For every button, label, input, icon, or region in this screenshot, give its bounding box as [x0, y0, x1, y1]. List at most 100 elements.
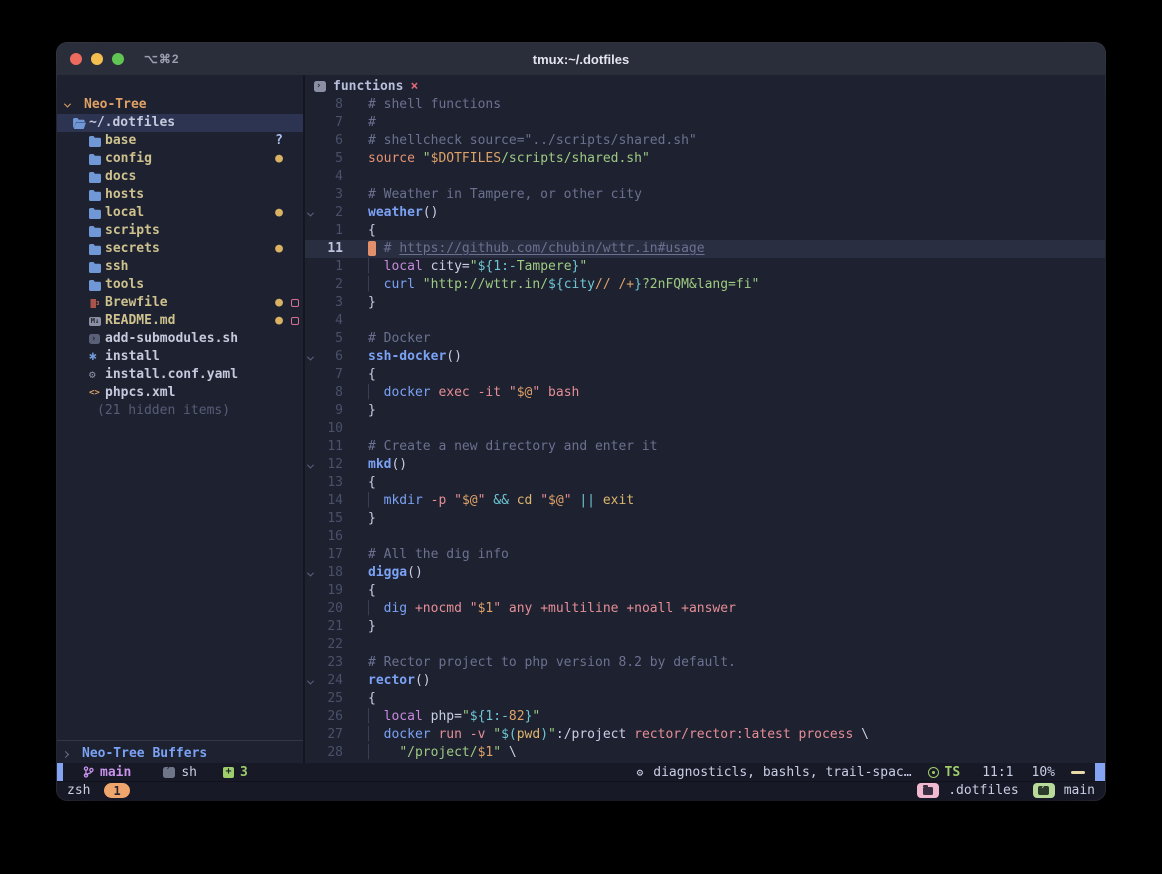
tmux-session-name: .dotfiles: [948, 783, 1018, 798]
code-line[interactable]: 18digga(): [305, 564, 1105, 582]
code-line[interactable]: 1▏ local city="${1:-Tampere}": [305, 258, 1105, 276]
code-line[interactable]: 2▏ curl "http://wttr.in/${city// /+}?2nF…: [305, 276, 1105, 294]
code-line[interactable]: 8# shell functions: [305, 96, 1105, 114]
scrollbar-thumb[interactable]: [1095, 763, 1105, 781]
code-line[interactable]: 7#: [305, 114, 1105, 132]
code-line[interactable]: 23# Rector project to php version 8.2 by…: [305, 654, 1105, 672]
code-area[interactable]: 8# shell functions7#6# shellcheck source…: [305, 96, 1105, 763]
code-line[interactable]: 21}: [305, 618, 1105, 636]
code-line[interactable]: 20▏ dig +nocmd "$1" any +multiline +noal…: [305, 600, 1105, 618]
fold-chevron-icon[interactable]: [305, 210, 315, 217]
asterisk-icon: ✱: [89, 348, 97, 366]
tree-item-readme-md[interactable]: M↓README.md●: [57, 312, 303, 330]
code-line[interactable]: 3# Weather in Tampere, or other city: [305, 186, 1105, 204]
tree-item-docs[interactable]: docs: [57, 168, 303, 186]
code-line[interactable]: 28▏ "/project/$1" \: [305, 744, 1105, 762]
tree-item--dotfiles[interactable]: ~/.dotfiles: [57, 114, 303, 132]
tree-item-base[interactable]: base?: [57, 132, 303, 150]
neo-tree-title-row[interactable]: Neo-Tree: [57, 96, 303, 114]
line-number: 2: [315, 276, 343, 294]
hidden-items-count: (21 hidden items): [57, 402, 303, 420]
code-line[interactable]: 19{: [305, 582, 1105, 600]
fold-chevron-icon[interactable]: [305, 354, 315, 361]
zoom-window-button[interactable]: [112, 53, 124, 65]
terminal-window: ⌥⌘2 tmux:~/.dotfiles Neo-Tree~/.dotfiles…: [57, 43, 1105, 800]
code-line[interactable]: 4: [305, 312, 1105, 330]
buffer-tab-functions[interactable]: functions: [333, 78, 403, 96]
winbar: functions ×: [305, 75, 1105, 96]
lsp-gear-icon: ⚙: [637, 766, 644, 779]
tree-item-tools[interactable]: tools: [57, 276, 303, 294]
gear-icon: ⚙: [89, 366, 96, 384]
fold-chevron-icon[interactable]: [305, 570, 315, 577]
tmux-window-index-badge[interactable]: 1: [104, 783, 129, 798]
tree-item-hosts[interactable]: hosts: [57, 186, 303, 204]
tree-item-local[interactable]: local●: [57, 204, 303, 222]
code-line[interactable]: 14▏ mkdir -p "$@" && cd "$@" || exit: [305, 492, 1105, 510]
line-number: 14: [315, 492, 343, 510]
code-line-text: ▏ dig +nocmd "$1" any +multiline +noall …: [343, 600, 736, 618]
code-line-text: mkd(): [343, 456, 407, 474]
code-line[interactable]: 8▏ docker exec -it "$@" bash: [305, 384, 1105, 402]
git-branch-icon: [83, 766, 94, 778]
tmux-host-badge: [1033, 783, 1055, 798]
code-line-text: ▏ "/project/$1" \: [343, 744, 517, 762]
text-cursor: [368, 241, 376, 256]
fold-chevron-icon[interactable]: [305, 462, 315, 469]
code-line-text: }: [343, 510, 376, 528]
code-line-text: ▏ docker exec -it "$@" bash: [343, 384, 579, 402]
code-line-current[interactable]: 11 # https://github.com/chubin/wttr.in#u…: [305, 240, 1105, 258]
git-staged-square-icon: [291, 245, 299, 253]
code-line-text: #: [343, 114, 376, 132]
code-line[interactable]: 5source "$DOTFILES/scripts/shared.sh": [305, 150, 1105, 168]
tree-item-label: install.conf.yaml: [105, 366, 238, 384]
close-window-button[interactable]: [70, 53, 82, 65]
code-line[interactable]: 15}: [305, 510, 1105, 528]
code-line[interactable]: 9}: [305, 402, 1105, 420]
code-line[interactable]: 26▏ local php="${1:-82}": [305, 708, 1105, 726]
code-line[interactable]: 12mkd(): [305, 456, 1105, 474]
tree-item-install[interactable]: ✱install: [57, 348, 303, 366]
close-buffer-icon[interactable]: ×: [410, 78, 418, 96]
tmux-window-name[interactable]: zsh: [67, 783, 90, 798]
code-line[interactable]: 13{: [305, 474, 1105, 492]
code-line[interactable]: 1{: [305, 222, 1105, 240]
fold-chevron-icon[interactable]: [305, 678, 315, 685]
git-branch-name: main: [100, 765, 131, 780]
code-line[interactable]: 25{: [305, 690, 1105, 708]
code-line[interactable]: 4: [305, 168, 1105, 186]
tree-item-install-conf-yaml[interactable]: ⚙ install.conf.yaml: [57, 366, 303, 384]
minimize-window-button[interactable]: [91, 53, 103, 65]
neo-tree-title: Neo-Tree: [84, 96, 147, 114]
tree-item-ssh[interactable]: ssh: [57, 258, 303, 276]
tree-item-scripts[interactable]: scripts: [57, 222, 303, 240]
tree-item-phpcs-xml[interactable]: <>phpcs.xml: [57, 384, 303, 402]
code-line[interactable]: 16: [305, 528, 1105, 546]
line-number: 16: [315, 528, 343, 546]
code-line[interactable]: 2weather(): [305, 204, 1105, 222]
code-line[interactable]: 11# Create a new directory and enter it: [305, 438, 1105, 456]
line-number: 3: [315, 186, 343, 204]
code-line[interactable]: 6# shellcheck source="../scripts/shared.…: [305, 132, 1105, 150]
tree-item-add-submodules-sh[interactable]: add-submodules.sh: [57, 330, 303, 348]
code-line[interactable]: 10: [305, 420, 1105, 438]
code-line[interactable]: 17# All the dig info: [305, 546, 1105, 564]
line-number: 27: [315, 726, 343, 744]
buffers-section-header[interactable]: Neo-Tree Buffers: [57, 745, 303, 763]
line-number: 7: [315, 366, 343, 384]
tree-item-label: ssh: [105, 258, 128, 276]
tree-item-brewfile[interactable]: Brewfile●: [57, 294, 303, 312]
code-line[interactable]: 6ssh-docker(): [305, 348, 1105, 366]
code-line[interactable]: 7{: [305, 366, 1105, 384]
code-line[interactable]: 5# Docker: [305, 330, 1105, 348]
code-line[interactable]: 27▏ docker run -v "$(pwd)":/project rect…: [305, 726, 1105, 744]
code-line-text: }: [343, 618, 376, 636]
tree-item-secrets[interactable]: secrets●: [57, 240, 303, 258]
line-number: 28: [315, 744, 343, 762]
tree-item-config[interactable]: config●: [57, 150, 303, 168]
code-line[interactable]: 22: [305, 636, 1105, 654]
code-line[interactable]: 3}: [305, 294, 1105, 312]
code-line[interactable]: 24rector(): [305, 672, 1105, 690]
git-added-count: 3: [240, 765, 248, 780]
code-line-text: source "$DOTFILES/scripts/shared.sh": [343, 150, 650, 168]
